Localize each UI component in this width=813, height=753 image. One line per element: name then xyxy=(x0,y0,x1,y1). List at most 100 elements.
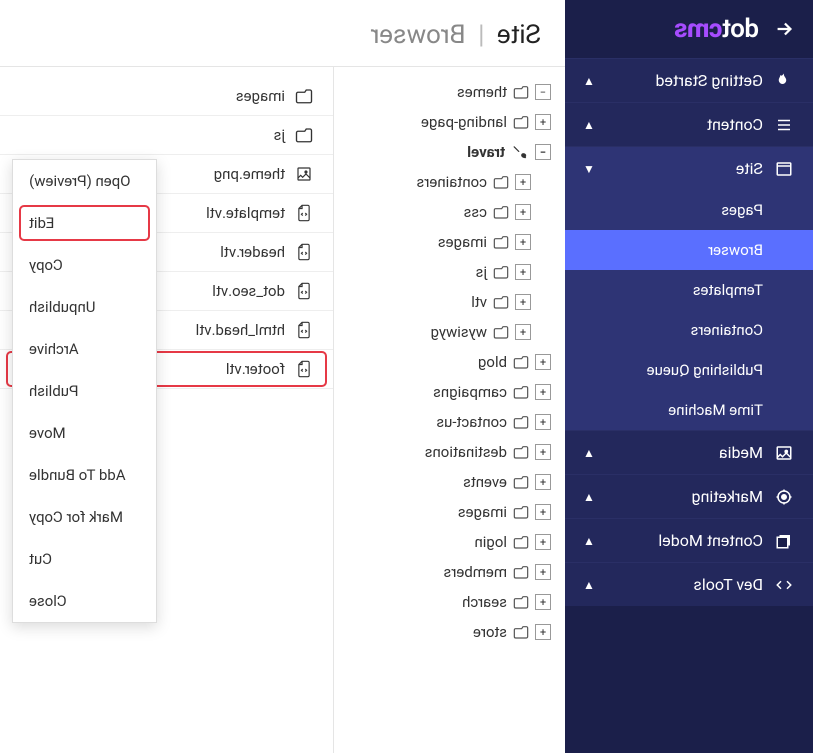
tree-toggle-icon[interactable]: + xyxy=(535,624,551,640)
tree-toggle-icon[interactable]: + xyxy=(535,534,551,550)
file-name: template.vtl xyxy=(206,204,285,222)
tree-item-images[interactable]: + images xyxy=(334,227,565,257)
tree-item-events[interactable]: + events xyxy=(334,467,565,497)
nav-section-label: Media xyxy=(595,443,763,462)
ctx-item-cut[interactable]: Cut xyxy=(13,538,156,580)
nav-section-content[interactable]: Content ▲ xyxy=(565,102,813,146)
folder-icon xyxy=(513,535,529,549)
nav-item-publishing-queue[interactable]: Publishing Queue xyxy=(565,350,813,390)
code-file-icon xyxy=(293,243,315,261)
tree-item-campaigns[interactable]: + campaigns xyxy=(334,377,565,407)
ctx-item-open-preview-[interactable]: Open (Preview) xyxy=(13,160,156,202)
tree-toggle-icon[interactable]: − xyxy=(535,144,551,160)
nav-section-label: Marketing xyxy=(595,487,763,506)
brush-icon xyxy=(511,144,529,160)
chevron-up-icon: ▲ xyxy=(583,118,595,132)
file-row-js[interactable]: js xyxy=(0,116,333,155)
tree-item-landing-page[interactable]: + landing-page xyxy=(334,107,565,137)
tree-item-label: wysiwyg xyxy=(431,323,487,341)
nav-section-site[interactable]: Site ▼ xyxy=(565,146,813,190)
tree-toggle-icon[interactable]: + xyxy=(535,564,551,580)
ctx-item-unpublish[interactable]: Unpublish xyxy=(13,286,156,328)
tree-item-images[interactable]: + images xyxy=(334,497,565,527)
back-arrow-icon[interactable] xyxy=(773,18,795,40)
ctx-item-edit[interactable]: Edit xyxy=(13,202,156,244)
tree-toggle-icon[interactable]: + xyxy=(515,324,531,340)
ctx-item-copy[interactable]: Copy xyxy=(13,244,156,286)
tree-item-label: images xyxy=(438,233,487,251)
tree-toggle-icon[interactable]: + xyxy=(535,474,551,490)
tree-item-label: images xyxy=(458,503,507,521)
tree-item-label: blog xyxy=(478,353,507,371)
tree-item-js[interactable]: + js xyxy=(334,257,565,287)
nav-item-containers[interactable]: Containers xyxy=(565,310,813,350)
tree-item-label: css xyxy=(464,203,487,221)
tree-toggle-icon[interactable]: + xyxy=(515,234,531,250)
file-row-images[interactable]: images xyxy=(0,77,333,116)
tree-item-css[interactable]: + css xyxy=(334,197,565,227)
target-icon xyxy=(773,488,795,506)
folder-icon xyxy=(493,265,509,279)
folder-icon xyxy=(493,295,509,309)
nav-item-browser[interactable]: Browser xyxy=(565,230,813,270)
tree-item-wysiwyg[interactable]: + wysiwyg xyxy=(334,317,565,347)
tree-item-search[interactable]: + search xyxy=(334,587,565,617)
nav-section-label: Dev Tools xyxy=(595,575,763,594)
nav-section-marketing[interactable]: Marketing ▲ xyxy=(565,474,813,518)
tree-toggle-icon[interactable]: + xyxy=(535,594,551,610)
tree-item-destinations[interactable]: + destinations xyxy=(334,437,565,467)
tree-item-store[interactable]: + store xyxy=(334,617,565,647)
nav-section-media[interactable]: Media ▲ xyxy=(565,430,813,474)
chevron-down-icon: ▼ xyxy=(583,162,595,176)
file-name: dot_seo.vtl xyxy=(212,282,285,300)
context-menu: Open (Preview)EditCopyUnpublishArchivePu… xyxy=(12,159,157,623)
nav-item-time-machine[interactable]: Time Machine xyxy=(565,390,813,430)
tree-toggle-icon[interactable]: + xyxy=(535,384,551,400)
nav-section-label: Content xyxy=(595,115,763,134)
tree-item-vtl[interactable]: + vtl xyxy=(334,287,565,317)
tree-toggle-icon[interactable]: + xyxy=(515,294,531,310)
ctx-item-mark-for-copy[interactable]: Mark for Copy xyxy=(13,496,156,538)
tree-item-label: js xyxy=(476,263,487,281)
tree-item-label: travel xyxy=(467,143,505,161)
tree-item-travel[interactable]: − travel xyxy=(334,137,565,167)
tree-toggle-icon[interactable]: + xyxy=(535,444,551,460)
tree-toggle-icon[interactable]: + xyxy=(515,264,531,280)
code-file-icon xyxy=(293,204,315,222)
ctx-item-archive[interactable]: Archive xyxy=(13,328,156,370)
ctx-item-add-to-bundle[interactable]: Add To Bundle xyxy=(13,454,156,496)
ctx-item-publish[interactable]: Publish xyxy=(13,370,156,412)
tree-item-contact-us[interactable]: + contact-us xyxy=(334,407,565,437)
nav-section-dev-tools[interactable]: Dev Tools ▲ xyxy=(565,562,813,606)
ctx-item-close[interactable]: Close xyxy=(13,580,156,622)
code-file-icon xyxy=(293,321,315,339)
chevron-up-icon: ▲ xyxy=(583,578,595,592)
tree-item-containers[interactable]: + containers xyxy=(334,167,565,197)
tree-item-login[interactable]: + login xyxy=(334,527,565,557)
tree-toggle-icon[interactable]: + xyxy=(515,174,531,190)
logo-cms: cms xyxy=(675,14,723,44)
tree-toggle-icon[interactable]: + xyxy=(535,114,551,130)
tree-toggle-icon[interactable]: + xyxy=(535,414,551,430)
folder-icon xyxy=(493,325,509,339)
image-icon xyxy=(773,444,795,462)
nav-item-templates[interactable]: Templates xyxy=(565,270,813,310)
logo: dotcms xyxy=(675,14,759,44)
breadcrumb-main: Site xyxy=(497,20,541,50)
ctx-item-move[interactable]: Move xyxy=(13,412,156,454)
tree-item-members[interactable]: + members xyxy=(334,557,565,587)
tree-toggle-icon[interactable]: − xyxy=(535,84,551,100)
tree-item-themes[interactable]: − themes xyxy=(334,77,565,107)
tree-toggle-icon[interactable]: + xyxy=(535,354,551,370)
stack-icon xyxy=(773,532,795,550)
nav-item-pages[interactable]: Pages xyxy=(565,190,813,230)
breadcrumb: Site | Browser xyxy=(0,0,565,66)
fire-icon xyxy=(773,72,795,90)
nav-section-content-model[interactable]: Content Model ▲ xyxy=(565,518,813,562)
folder-icon xyxy=(493,205,509,219)
folder-icon xyxy=(513,475,529,489)
tree-toggle-icon[interactable]: + xyxy=(515,204,531,220)
tree-toggle-icon[interactable]: + xyxy=(535,504,551,520)
nav-section-getting-started[interactable]: Getting Started ▲ xyxy=(565,58,813,102)
tree-item-blog[interactable]: + blog xyxy=(334,347,565,377)
